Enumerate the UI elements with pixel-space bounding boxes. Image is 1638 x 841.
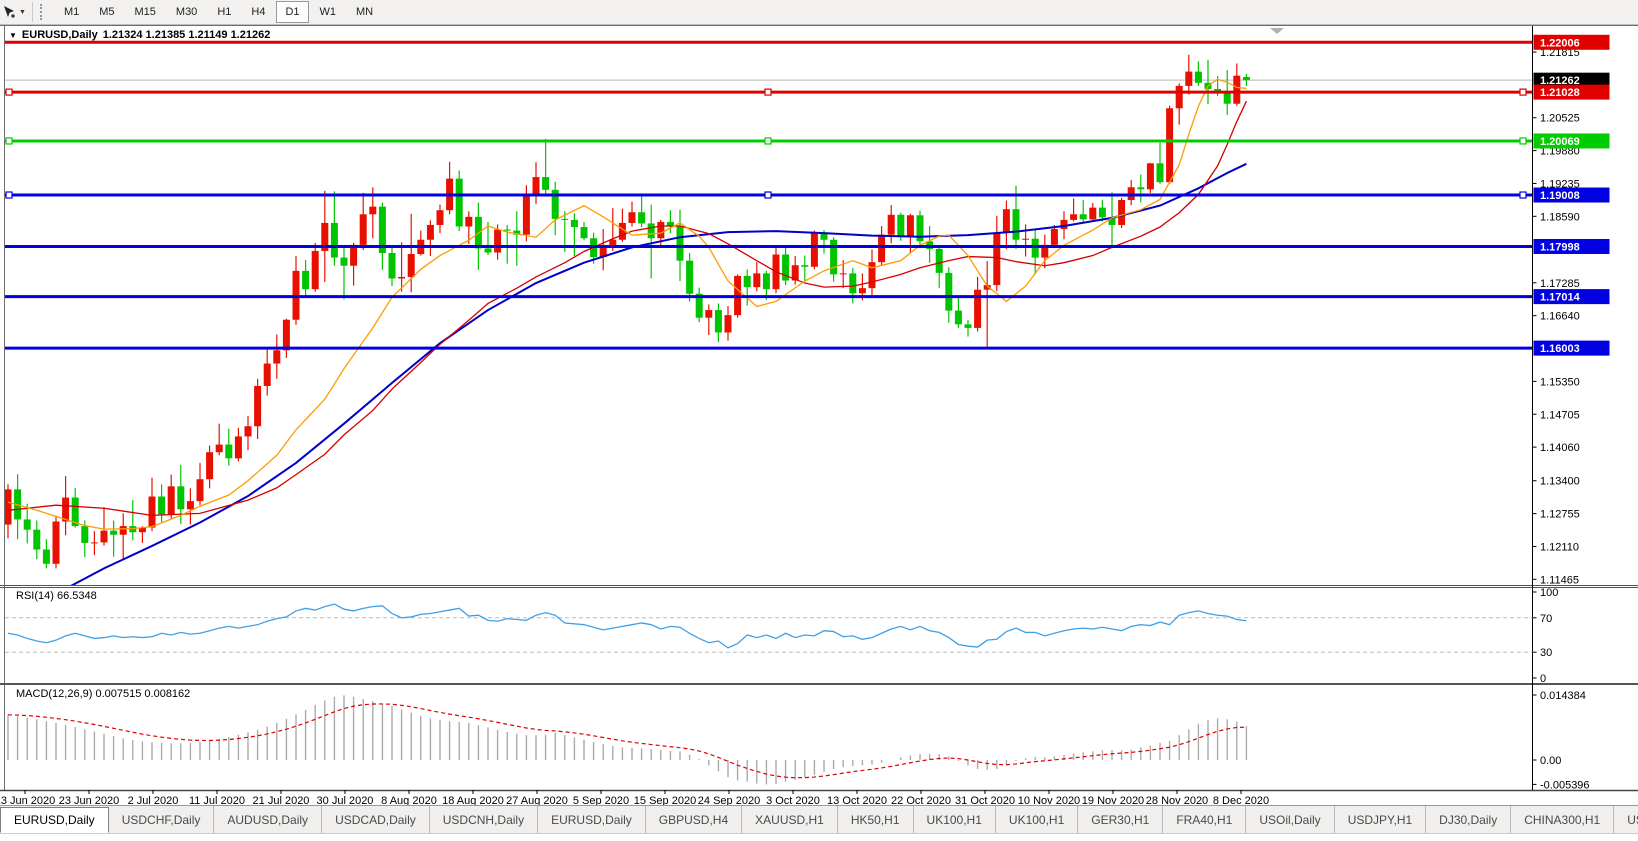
rsi-indicator-label: RSI(14) 66.5348 <box>16 590 97 602</box>
symbol-tab-13-usoil-daily[interactable]: USOil,Daily <box>1246 806 1334 833</box>
timeframe-button-m1[interactable]: M1 <box>55 1 88 23</box>
date-tick-label: 31 Oct 2020 <box>955 795 1015 805</box>
timeframe-button-m15[interactable]: M15 <box>126 1 165 23</box>
price-badge-label: 1.22006 <box>1540 37 1580 49</box>
date-tick-label: 8 Dec 2020 <box>1213 795 1269 805</box>
symbol-tab-8-hk50-h1[interactable]: HK50,H1 <box>838 806 914 833</box>
symbol-tab-1-usdchf-daily[interactable]: USDCHF,Daily <box>109 806 215 833</box>
rsi-tick-label: 100 <box>1540 587 1558 599</box>
symbol-tab-9-uk100-h1[interactable]: UK100,H1 <box>914 806 996 833</box>
date-tick-label: 10 Nov 2020 <box>1018 795 1080 805</box>
price-tick-label: 1.15350 <box>1540 376 1580 388</box>
macd-indicator-label: MACD(12,26,9) 0.007515 0.008162 <box>16 688 190 700</box>
price-badge-label: 1.17998 <box>1540 241 1580 253</box>
price-tick-label: 1.12755 <box>1540 509 1580 521</box>
symbol-tab-0-eurusd-daily[interactable]: EURUSD,Daily <box>0 807 109 833</box>
macd-tick-label: 0.00 <box>1540 755 1561 767</box>
date-tick-label: 23 Jun 2020 <box>59 795 120 805</box>
date-tick-label: 30 Jul 2020 <box>317 795 374 805</box>
date-tick-label: 18 Aug 2020 <box>442 795 504 805</box>
timeframe-button-h4[interactable]: H4 <box>242 1 274 23</box>
timeframe-button-m5[interactable]: M5 <box>90 1 123 23</box>
date-tick-label: 13 Jun 2020 <box>0 795 55 805</box>
price-badge-label: 1.17014 <box>1540 292 1581 304</box>
timeframe-button-mn[interactable]: MN <box>347 1 382 23</box>
hline-handle[interactable] <box>765 192 771 198</box>
symbol-tab-5-eurusd-daily[interactable]: EURUSD,Daily <box>538 806 646 833</box>
toolbar-separator <box>32 2 33 22</box>
date-tick-label: 24 Sep 2020 <box>698 795 760 805</box>
symbol-tab-16-china300-h1[interactable]: CHINA300,H1 <box>1511 806 1614 833</box>
timeframe-button-h1[interactable]: H1 <box>208 1 240 23</box>
price-tick-label: 1.20525 <box>1540 113 1580 125</box>
timeframe-toolbar: ▼ M1M5M15M30H1H4D1W1MN <box>0 0 1638 25</box>
price-badge-label: 1.16003 <box>1540 343 1580 355</box>
hline-handle[interactable] <box>1520 138 1526 144</box>
symbol-tab-11-ger30-h1[interactable]: GER30,H1 <box>1078 806 1163 833</box>
date-tick-label: 15 Sep 2020 <box>634 795 696 805</box>
timeframe-button-w1[interactable]: W1 <box>311 1 346 23</box>
hline-handle[interactable] <box>6 89 12 95</box>
toolbar-grip[interactable] <box>40 4 46 20</box>
symbol-tab-6-gbpusd-h4[interactable]: GBPUSD,H4 <box>646 806 742 833</box>
price-tick-label: 1.14060 <box>1540 442 1580 454</box>
chart-canvas[interactable]: 1.218151.205251.198801.192351.185901.172… <box>0 0 1638 805</box>
price-tick-label: 1.16640 <box>1540 311 1580 323</box>
date-tick-label: 27 Aug 2020 <box>506 795 568 805</box>
date-tick-label: 11 Jul 2020 <box>189 795 245 805</box>
hline-handle[interactable] <box>6 138 12 144</box>
date-tick-label: 13 Oct 2020 <box>827 795 887 805</box>
symbol-tab-17-usoil-h1[interactable]: USOil,H1 <box>1614 806 1638 833</box>
symbol-tab-14-usdjpy-h1[interactable]: USDJPY,H1 <box>1335 806 1426 833</box>
symbol-tab-10-uk100-h1[interactable]: UK100,H1 <box>996 806 1078 833</box>
chart-symbol-label: EURUSD,Daily <box>22 29 98 41</box>
hline-handle[interactable] <box>1520 192 1526 198</box>
hline-handle[interactable] <box>765 89 771 95</box>
macd-tick-label: -0.005396 <box>1540 779 1590 791</box>
date-tick-label: 22 Oct 2020 <box>891 795 951 805</box>
rsi-tick-label: 0 <box>1540 673 1546 685</box>
date-tick-label: 2 Jul 2020 <box>128 795 179 805</box>
price-tick-label: 1.14705 <box>1540 409 1580 421</box>
symbol-tab-7-xauusd-h1[interactable]: XAUUSD,H1 <box>742 806 838 833</box>
timeframe-button-m30[interactable]: M30 <box>167 1 206 23</box>
date-tick-label: 8 Aug 2020 <box>381 795 437 805</box>
price-tick-label: 1.18590 <box>1540 211 1580 223</box>
symbol-tab-2-audusd-daily[interactable]: AUDUSD,Daily <box>214 806 322 833</box>
price-tick-label: 1.13400 <box>1540 476 1580 488</box>
rsi-tick-label: 70 <box>1540 613 1552 625</box>
date-tick-label: 21 Jul 2020 <box>253 795 310 805</box>
date-tick-label: 3 Oct 2020 <box>766 795 820 805</box>
hline-handle[interactable] <box>6 192 12 198</box>
price-badge-label: 1.19008 <box>1540 190 1580 202</box>
symbol-tab-15-dj30-daily[interactable]: DJ30,Daily <box>1426 806 1511 833</box>
symbol-tab-3-usdcad-daily[interactable]: USDCAD,Daily <box>322 806 430 833</box>
timeframe-buttons: M1M5M15M30H1H4D1W1MN <box>54 0 383 24</box>
chart-dropdown-caret-icon[interactable]: ▼ <box>9 31 17 40</box>
symbol-tabbar: EURUSD,DailyUSDCHF,DailyAUDUSD,DailyUSDC… <box>0 805 1638 834</box>
price-tick-label: 1.12110 <box>1540 541 1579 553</box>
price-badge-label: 1.21028 <box>1540 87 1580 99</box>
cursor-tool-button[interactable]: ▼ <box>0 2 30 22</box>
macd-tick-label: 0.014384 <box>1540 690 1586 702</box>
date-tick-label: 19 Nov 2020 <box>1082 795 1144 805</box>
chart-window-title: ▼ EURUSD,Daily 1.21324 1.21385 1.21149 1… <box>9 29 270 41</box>
hline-handle[interactable] <box>765 138 771 144</box>
price-tick-label: 1.17285 <box>1540 278 1580 290</box>
date-tick-label: 28 Nov 2020 <box>1146 795 1208 805</box>
symbol-tab-12-fra40-h1[interactable]: FRA40,H1 <box>1163 806 1246 833</box>
price-tick-label: 1.11465 <box>1540 574 1579 586</box>
timeframe-button-d1[interactable]: D1 <box>276 1 308 23</box>
hline-handle[interactable] <box>1520 89 1526 95</box>
price-badge-label: 1.20069 <box>1540 136 1580 148</box>
rsi-tick-label: 30 <box>1540 647 1552 659</box>
symbol-tab-4-usdcnh-daily[interactable]: USDCNH,Daily <box>430 806 538 833</box>
symbol-tabs: EURUSD,DailyUSDCHF,DailyAUDUSD,DailyUSDC… <box>0 806 1638 833</box>
date-tick-label: 5 Sep 2020 <box>573 795 629 805</box>
chevron-down-icon[interactable]: ▼ <box>19 9 26 16</box>
crosshair-cursor-icon <box>2 5 16 19</box>
chart-ohlc-values: 1.21324 1.21385 1.21149 1.21262 <box>103 29 271 41</box>
